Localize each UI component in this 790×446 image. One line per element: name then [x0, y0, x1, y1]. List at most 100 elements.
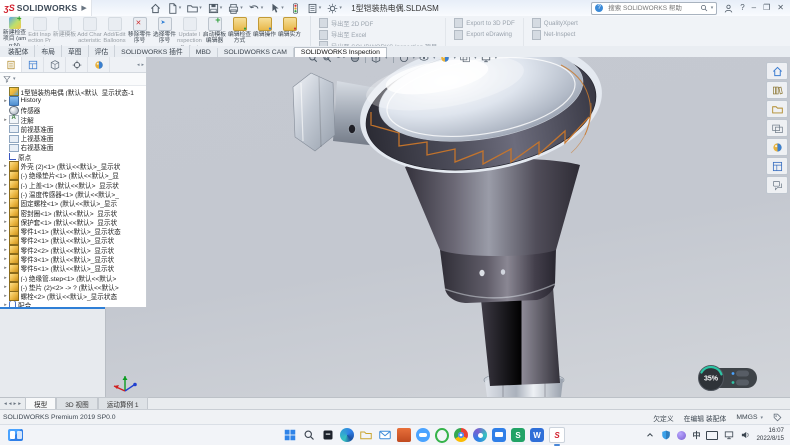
new-template-button[interactable]: 新建模板	[52, 16, 77, 46]
tab-solidworks-inspection[interactable]: SOLIDWORKS Inspection	[294, 47, 387, 57]
qualityxpert-button[interactable]: QualityXpert	[532, 18, 578, 28]
tree-item[interactable]: 传感器	[0, 106, 146, 115]
tree-item[interactable]: 右视基准面	[0, 143, 146, 152]
tag-icon[interactable]	[773, 413, 782, 422]
add-characteristic-button[interactable]: Add Characteristic	[77, 16, 102, 46]
view-orientation-icon[interactable]	[371, 57, 381, 63]
remove-balloons-button[interactable]: 移除零件序号	[127, 16, 152, 46]
previous-view-icon[interactable]	[336, 57, 346, 63]
zoom-area-icon[interactable]	[322, 57, 332, 63]
search-input[interactable]	[606, 4, 696, 13]
tree-item[interactable]: ▸(-) 绝缘垫片<1> (默认<<默认>_显	[0, 171, 146, 180]
expand-arrow-icon[interactable]: ▸	[2, 210, 9, 216]
launch-template-editor-button[interactable]: 启动模板编辑器	[202, 16, 227, 46]
units-selector[interactable]: MMGS▾	[736, 414, 763, 421]
file-properties-icon[interactable]: ▾	[307, 3, 322, 14]
remote-app-icon[interactable]	[492, 428, 506, 442]
update-inspection-project-button[interactable]: Update Inspection Project	[177, 16, 202, 46]
sheets-app-icon[interactable]: S	[511, 428, 525, 442]
mail-icon[interactable]	[378, 428, 392, 442]
propertymanager-tab[interactable]	[22, 57, 44, 72]
export-excel-button[interactable]: 导出至 Excel	[319, 30, 437, 40]
tab-solidworks-cam[interactable]: SOLIDWORKS CAM	[218, 48, 294, 57]
tree-filter[interactable]: ▾	[0, 73, 146, 86]
green-app-icon[interactable]	[435, 428, 449, 442]
expand-arrow-icon[interactable]: ▸	[2, 275, 9, 281]
dimxpert-manager-tab[interactable]	[66, 57, 88, 72]
tree-item[interactable]: ▸外壳 (2)<1> (默认<<默认>_显示状	[0, 161, 146, 170]
start-icon[interactable]	[283, 428, 297, 442]
tray-expand-icon[interactable]	[645, 430, 655, 440]
security-shield-icon[interactable]	[661, 430, 671, 440]
edit-operations-button[interactable]: 编辑操作	[252, 16, 277, 46]
edit-vendors-button[interactable]: 编辑实方	[277, 16, 302, 46]
select-balloons-button[interactable]: 选择零件序号	[152, 16, 177, 46]
print-icon[interactable]: ▾	[228, 3, 243, 14]
edge-icon[interactable]	[340, 428, 354, 442]
expand-arrow-icon[interactable]: ▸	[2, 228, 9, 234]
edit-appearance-icon[interactable]	[440, 57, 450, 63]
expand-arrow-icon[interactable]: ▸	[2, 293, 9, 299]
file-explorer-tab[interactable]	[766, 100, 788, 118]
cloud-icon[interactable]	[416, 428, 430, 442]
display-cast-icon[interactable]	[724, 430, 734, 440]
tree-root[interactable]: 1型铠装热电偶 (默认<默认_显示状态-1	[0, 87, 146, 96]
net-inspect-button[interactable]: Net-Inspect	[532, 30, 578, 40]
tree-item[interactable]: 上视基准面	[0, 133, 146, 142]
display-manager-tab[interactable]	[88, 57, 110, 72]
tree-item[interactable]: 原点	[0, 152, 146, 161]
task-view-icon[interactable]	[321, 428, 335, 442]
tree-item[interactable]: 前视基准面	[0, 124, 146, 133]
panel-splitter[interactable]	[0, 307, 105, 309]
menu-expand-icon[interactable]: ▶	[81, 4, 86, 12]
tab-layout[interactable]: 布局	[35, 45, 62, 57]
writer-app-icon[interactable]: W	[530, 428, 544, 442]
rebuild-icon[interactable]	[290, 3, 301, 14]
tree-item[interactable]: ▸保护套<1> (默认<<默认>_显示状	[0, 217, 146, 226]
select-icon[interactable]: ▾	[269, 3, 284, 14]
store-icon[interactable]	[397, 428, 411, 442]
tab-assembly[interactable]: 装配体	[2, 45, 35, 57]
configuration-manager-tab[interactable]	[44, 57, 66, 72]
tab-mbd[interactable]: MBD	[190, 48, 218, 57]
resources-tab[interactable]	[766, 62, 788, 80]
tree-item[interactable]: ▸零件2<2> (默认<<默认>_显示状	[0, 245, 146, 254]
search-icon[interactable]	[302, 428, 316, 442]
tray-app-icon[interactable]	[677, 431, 686, 440]
appearances-tab[interactable]	[766, 138, 788, 156]
forum-tab[interactable]	[766, 176, 788, 194]
expand-arrow-icon[interactable]: ▸	[2, 247, 9, 253]
expand-arrow-icon[interactable]: ▸	[2, 98, 9, 104]
help-button[interactable]: ?	[740, 4, 744, 12]
help-search-box[interactable]: ? ▾	[591, 2, 717, 15]
display-style-icon[interactable]	[399, 57, 409, 63]
search-dropdown-icon[interactable]: ▾	[711, 5, 714, 11]
ime-indicator[interactable]: 中	[692, 430, 700, 441]
browser-icon[interactable]	[473, 428, 487, 442]
solidworks-icon[interactable]: S	[549, 427, 565, 443]
expand-arrow-icon[interactable]: ▸	[2, 219, 9, 225]
tree-item[interactable]: ▸零件5<1> (默认<<默认>_显示状	[0, 264, 146, 273]
tree-item[interactable]: ▸零件1<1> (默认<<默认>_显示状态	[0, 226, 146, 235]
expand-arrow-icon[interactable]: ▸	[2, 265, 9, 271]
expand-arrow-icon[interactable]: ▸	[2, 172, 9, 178]
expand-arrow-icon[interactable]: ▸	[2, 237, 9, 243]
chrome-icon[interactable]	[454, 428, 468, 442]
expand-arrow-icon[interactable]: ▸	[2, 117, 9, 123]
tree-item[interactable]: ▸零件3<1> (默认<<默认>_显示状	[0, 254, 146, 263]
tree-item[interactable]: ▸History	[0, 96, 146, 105]
expand-arrow-icon[interactable]: ▸	[2, 163, 9, 169]
options-icon[interactable]: ▾	[327, 3, 342, 14]
hide-show-items-icon[interactable]	[419, 57, 429, 63]
expand-arrow-icon[interactable]: ▸	[2, 256, 9, 262]
graphics-area[interactable]: ▾ ▾ ▾ ▾ ▾ ▾	[105, 57, 790, 397]
section-view-icon[interactable]	[350, 57, 360, 63]
tree-item[interactable]: ▸(-) 温度传感器<1> (默认<<默认>_	[0, 189, 146, 198]
tree-item[interactable]: ▸注解	[0, 115, 146, 124]
edit-methods-button[interactable]: 编辑检查方式	[227, 16, 252, 46]
volume-icon[interactable]	[740, 430, 750, 440]
custom-properties-tab[interactable]	[766, 157, 788, 175]
design-library-tab[interactable]	[766, 81, 788, 99]
solidworks-logo[interactable]: ʒS SOLIDWORKS ▶	[0, 0, 92, 16]
home-icon[interactable]	[150, 3, 161, 14]
